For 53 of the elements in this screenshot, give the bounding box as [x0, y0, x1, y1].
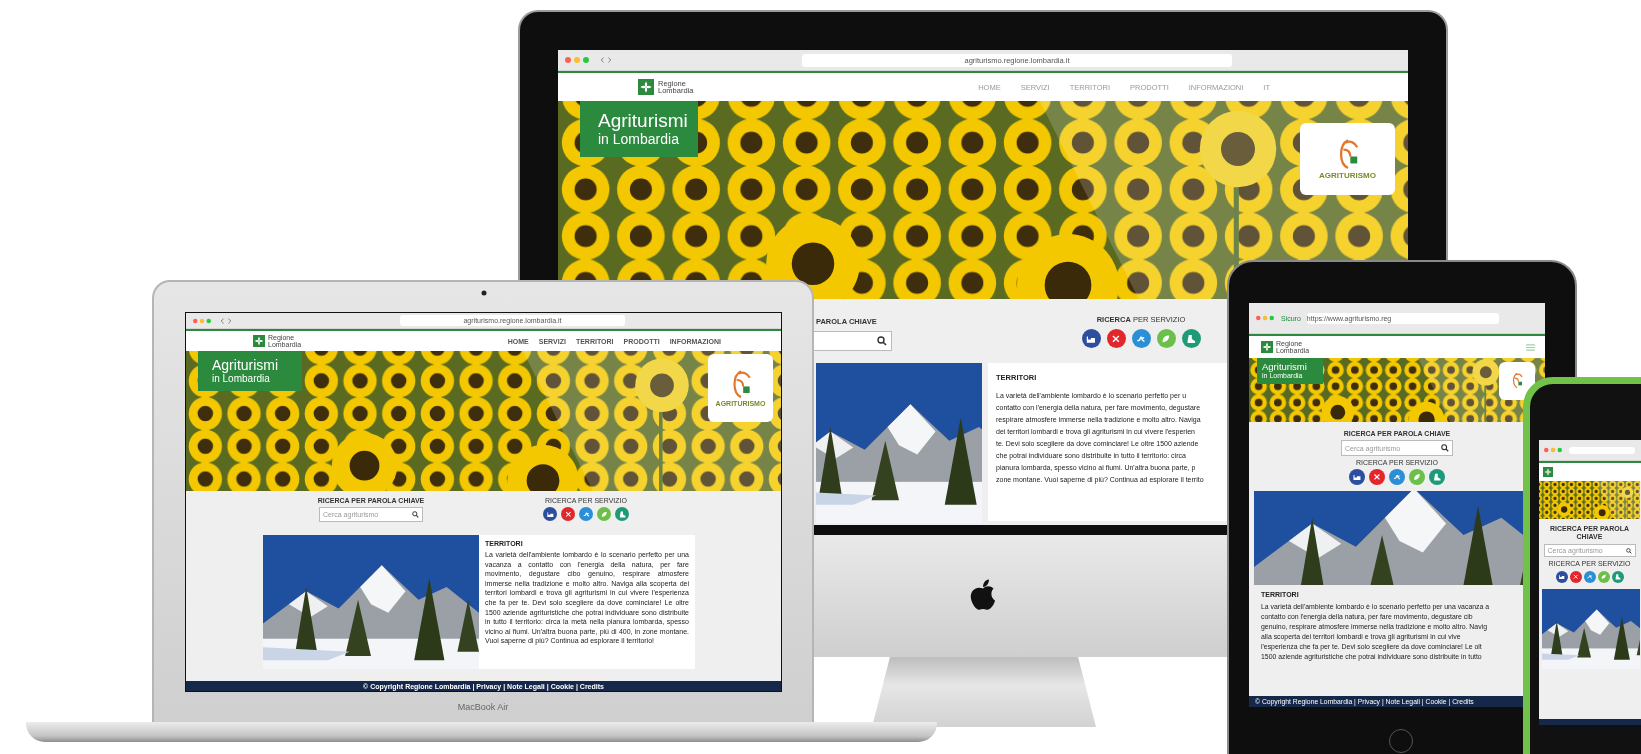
service-button[interactable] — [1555, 571, 1568, 584]
window-buttons-icon — [1543, 447, 1563, 453]
hero-title: Agriturismi — [598, 110, 689, 132]
boot-icon — [1432, 472, 1442, 482]
hero-title: Agriturismi — [1262, 361, 1308, 373]
device-label: MacBook Air — [457, 702, 509, 712]
service-button[interactable] — [1131, 329, 1151, 348]
leaf-icon — [1412, 472, 1422, 482]
window-buttons-icon — [564, 56, 590, 64]
boot-icon — [1613, 573, 1622, 581]
search-icon[interactable] — [877, 336, 887, 346]
cutlery-icon — [1110, 332, 1122, 345]
bed-icon — [1557, 573, 1566, 581]
runner-icon — [1392, 472, 1402, 482]
leaf-icon — [1599, 573, 1608, 581]
service-button[interactable] — [543, 507, 557, 521]
search-icon[interactable] — [412, 511, 419, 518]
cutlery-icon — [1372, 472, 1382, 482]
boot-icon — [617, 509, 627, 519]
badge-text: AGRITURISMO — [1319, 170, 1376, 180]
service-button[interactable] — [1611, 571, 1624, 584]
search-field[interactable] — [812, 331, 892, 351]
service-button[interactable] — [1081, 329, 1101, 348]
boot-icon — [1185, 332, 1197, 345]
service-button[interactable] — [1369, 469, 1385, 485]
back-forward-icon[interactable] — [598, 56, 614, 64]
service-button[interactable] — [1349, 469, 1365, 485]
service-button[interactable] — [615, 507, 629, 521]
cutlery-icon — [1571, 573, 1580, 581]
search-icon[interactable] — [1625, 547, 1632, 554]
logo-icon — [1543, 467, 1553, 477]
window-buttons-icon — [1255, 315, 1275, 321]
hero-title: Agriturismi — [212, 357, 280, 374]
logo-icon — [253, 335, 265, 347]
service-button[interactable] — [1181, 329, 1201, 348]
search-icon[interactable] — [1441, 444, 1449, 452]
leaf-icon — [599, 509, 609, 519]
service-button[interactable] — [1106, 329, 1126, 348]
service-button[interactable] — [561, 507, 575, 521]
logo-icon — [638, 79, 654, 95]
bed-icon — [1352, 472, 1362, 482]
hero-subtitle: in Lombardia — [598, 131, 679, 148]
hero-subtitle: in Lombardia — [212, 373, 271, 385]
cutlery-icon — [563, 509, 573, 519]
camera-icon — [481, 290, 487, 296]
window-buttons-icon — [192, 317, 212, 324]
runner-icon — [1585, 573, 1594, 581]
runner-icon — [581, 509, 591, 519]
runner-icon — [1135, 332, 1147, 345]
service-button[interactable] — [1569, 571, 1582, 584]
back-forward-icon[interactable] — [218, 316, 234, 325]
service-button[interactable] — [1429, 469, 1445, 485]
logo-icon — [1261, 341, 1273, 353]
